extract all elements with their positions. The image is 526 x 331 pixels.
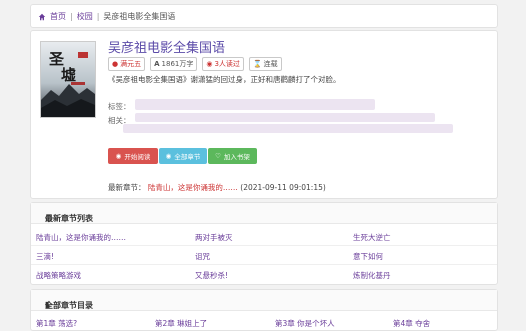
font-icon: A — [154, 60, 160, 68]
section-header: ◷ 最新章节列表 — [31, 203, 497, 224]
list-item[interactable]: 陆青山，这是你诵我的…… — [36, 232, 126, 243]
book-cover[interactable]: 圣 墟 — [40, 41, 96, 118]
latest-time: (2021-09-11 09:01:15) — [240, 183, 326, 192]
list-item[interactable]: 战略策略游戏 — [36, 270, 81, 281]
section-header: ▮ 全部章节目录 — [31, 290, 497, 311]
latest-chapter-link[interactable]: 陆青山，这是你诵我的…… — [148, 183, 238, 192]
readers-tag: ◉ 3人读过 — [202, 57, 244, 71]
list-item[interactable]: 第3章 你是个坏人 — [275, 318, 335, 329]
book-open-icon: ◉ — [115, 152, 122, 160]
list-item[interactable]: 第4章 夺舍 — [393, 318, 430, 329]
all-chapters-button[interactable]: ◉ 全部章节 — [159, 148, 207, 164]
breadcrumb-current: 吴彦祖电影全集国语 — [103, 12, 176, 21]
breadcrumb: 首页 | 校园 | 吴彦祖电影全集国语 — [30, 4, 498, 28]
book-description: 《吴彦祖电影全集国语》谢潇猛的回过身，正好和唐鹳麟打了个对脸。 — [108, 75, 341, 84]
book-title[interactable]: 吴彦祖电影全集国语 — [108, 37, 225, 56]
row-divider — [31, 264, 497, 265]
svg-text:墟: 墟 — [61, 66, 76, 84]
list-item[interactable]: 诅咒 — [195, 251, 210, 262]
list-item[interactable]: 第1章 荡选? — [36, 318, 77, 329]
list-icon: ◉ — [165, 152, 172, 160]
status-tag: ⌛ 连载 — [248, 57, 282, 71]
list-item[interactable]: 两对手被灭 — [195, 232, 233, 243]
list-item[interactable]: 又悬秒杀! — [195, 270, 228, 281]
all-chapter-list: ▮ 全部章节目录 第1章 荡选? 第2章 琳姐上了 第3章 你是个坏人 第4章 夺… — [30, 289, 498, 331]
word-count-tag: A 1861万字 — [150, 57, 198, 71]
book-info-panel: 圣 墟 吴彦祖电影全集国语 ● 满元五 A 1861万字 ◉ 3人读过 ⌛ 连载… — [30, 30, 498, 199]
breadcrumb-separator: | — [70, 12, 73, 21]
list-item[interactable]: 生死大逆亡 — [353, 232, 391, 243]
breadcrumb-section-link[interactable]: 校园 — [77, 11, 93, 22]
home-icon — [38, 13, 46, 20]
author-tag[interactable]: ● 满元五 — [108, 57, 146, 71]
add-bookshelf-button[interactable]: ♡ 加入书架 — [208, 148, 257, 164]
latest-chapter: 最新章节： 陆青山，这是你诵我的…… (2021-09-11 09:01:15) — [108, 182, 326, 193]
user-icon: ● — [112, 60, 119, 68]
blurred-related — [135, 113, 435, 122]
row-divider — [31, 245, 497, 246]
breadcrumb-separator: | — [96, 12, 100, 21]
breadcrumb-home-link[interactable]: 首页 — [50, 11, 66, 22]
list-item[interactable]: 第2章 琳姐上了 — [155, 318, 207, 329]
eye-icon: ◉ — [206, 60, 213, 68]
list-item[interactable]: 炼制化基丹 — [353, 270, 391, 281]
book-tags: ● 满元五 A 1861万字 ◉ 3人读过 ⌛ 连载 — [108, 57, 282, 71]
start-reading-button[interactable]: ◉ 开始阅读 — [108, 148, 158, 164]
hourglass-icon: ⌛ — [252, 60, 262, 68]
latest-chapter-list: ◷ 最新章节列表 陆青山，这是你诵我的…… 两对手被灭 生死大逆亡 三滴! 诅咒 … — [30, 202, 498, 285]
heart-icon: ♡ — [215, 152, 221, 160]
blurred-tags — [135, 99, 375, 110]
list-item[interactable]: 意下如何 — [353, 251, 383, 262]
list-item[interactable]: 三滴! — [36, 251, 54, 262]
latest-label: 最新章节： — [108, 183, 146, 192]
blurred-related — [123, 124, 453, 133]
tags-label: 标签： — [108, 102, 131, 111]
